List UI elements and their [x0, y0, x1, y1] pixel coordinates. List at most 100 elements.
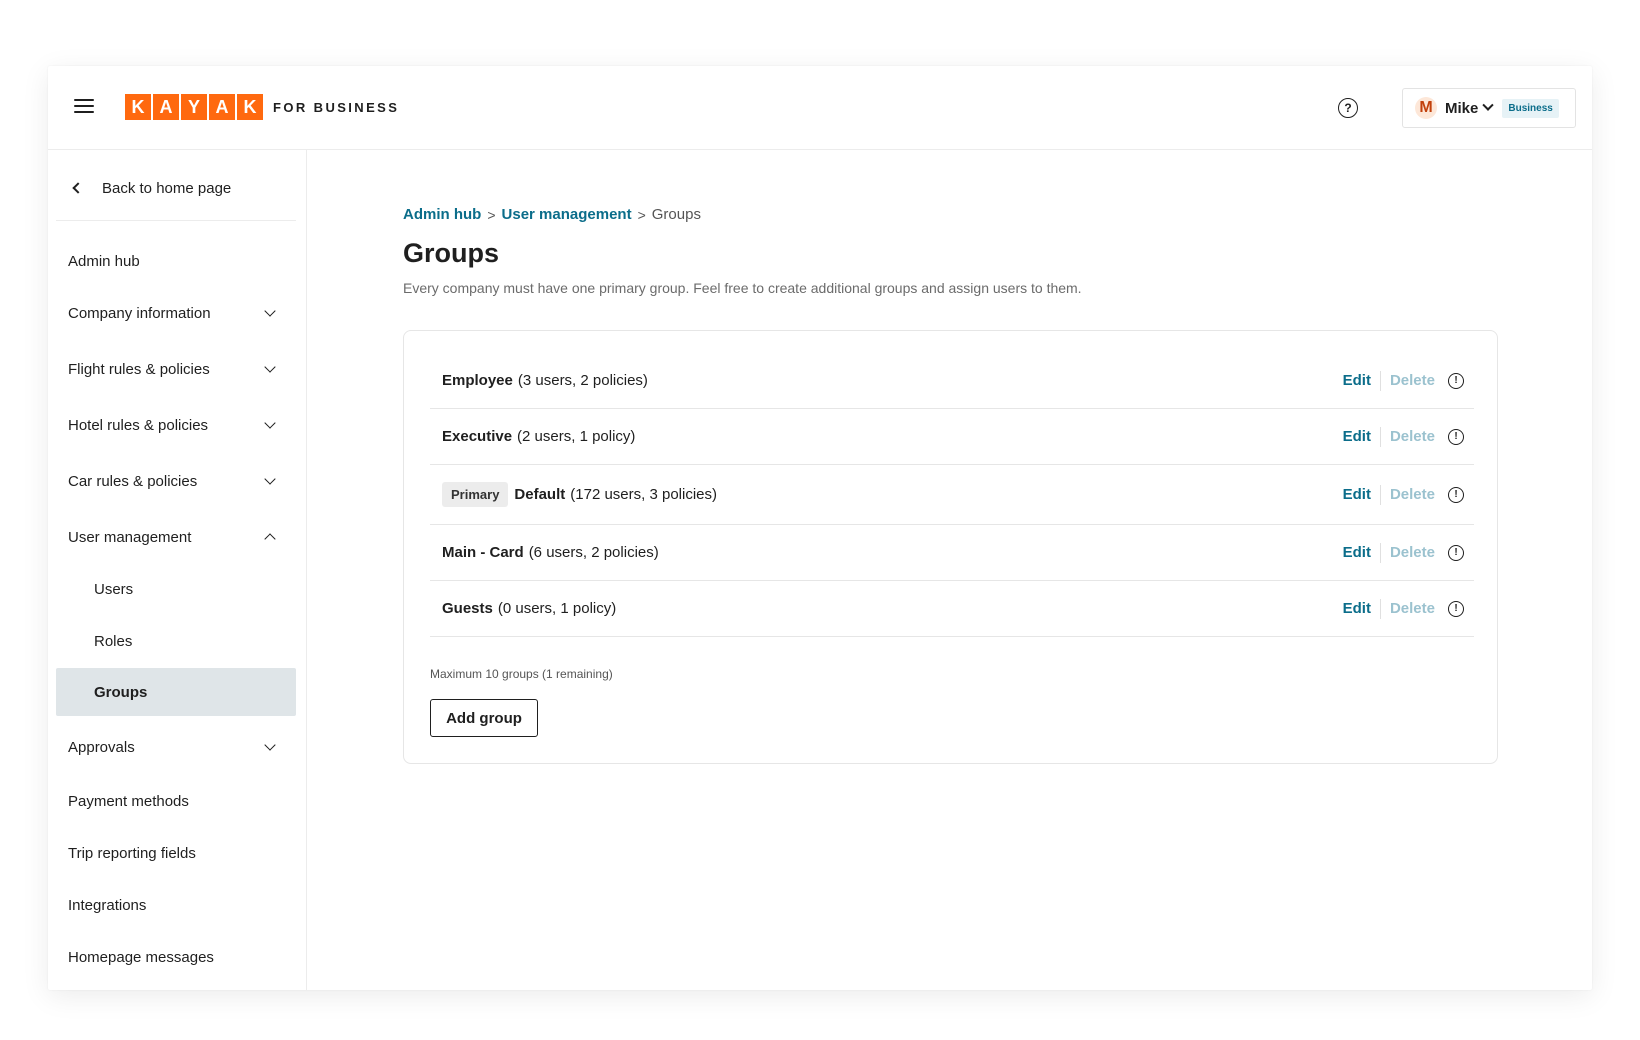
group-row-guests: Guests (0 users, 1 policy) Edit Delete ! [430, 581, 1474, 637]
info-icon[interactable]: ! [1448, 600, 1464, 617]
max-groups-note: Maximum 10 groups (1 remaining) [430, 667, 613, 681]
chevron-down-icon [264, 739, 276, 751]
row-actions: Edit Delete ! [1343, 525, 1464, 580]
main-content: Admin hub > User management > Groups Gro… [308, 150, 1592, 990]
group-row-main-card: Main - Card (6 users, 2 policies) Edit D… [430, 525, 1474, 581]
breadcrumb: Admin hub > User management > Groups [403, 206, 701, 223]
sidebar-item-roles[interactable]: Roles [56, 618, 296, 664]
delete-button[interactable]: Delete [1390, 372, 1435, 389]
info-icon[interactable]: ! [1448, 544, 1464, 561]
sidebar-item-integrations[interactable]: Integrations [56, 882, 296, 928]
sidebar-item-car-rules[interactable]: Car rules & policies [56, 458, 296, 504]
group-name: Employee [442, 372, 513, 389]
group-row-employee: Employee (3 users, 2 policies) Edit Dele… [430, 353, 1474, 409]
edit-button[interactable]: Edit [1343, 428, 1371, 445]
group-count: (0 users, 1 policy) [497, 600, 617, 617]
avatar: M [1415, 97, 1437, 119]
breadcrumb-admin-hub[interactable]: Admin hub [403, 206, 481, 223]
breadcrumb-user-management[interactable]: User management [502, 206, 632, 223]
sidebar-item-approvals[interactable]: Approvals [56, 724, 296, 770]
chevron-left-icon [72, 182, 84, 194]
app-window: K A Y A K FOR BUSINESS ? M Mike Business… [48, 66, 1592, 990]
sidebar-item-homepage-messages[interactable]: Homepage messages [56, 934, 296, 980]
back-to-home-link[interactable]: Back to home page [68, 176, 231, 200]
logo-letter: K [237, 94, 263, 120]
sidebar-item-users[interactable]: Users [56, 566, 296, 612]
sidebar-item-groups[interactable]: Groups [56, 668, 296, 716]
chevron-down-icon [1482, 99, 1495, 111]
sidebar-item-label: Approvals [68, 738, 135, 756]
help-icon[interactable]: ? [1338, 98, 1358, 118]
sidebar-item-label: Admin hub [68, 252, 140, 270]
info-icon[interactable]: ! [1448, 372, 1464, 389]
sidebar-item-label: User management [68, 528, 192, 546]
group-name: Main - Card [442, 544, 524, 561]
delete-button[interactable]: Delete [1390, 486, 1435, 503]
account-menu-button[interactable]: M Mike Business [1402, 88, 1576, 128]
chevron-down-icon [264, 361, 276, 373]
sidebar-item-hotel-rules[interactable]: Hotel rules & policies [56, 402, 296, 448]
account-badge: Business [1502, 98, 1559, 118]
divider [1379, 598, 1381, 619]
sidebar-item-user-management[interactable]: User management [56, 514, 296, 560]
logo-letter: A [153, 94, 179, 120]
group-count: (6 users, 2 policies) [528, 544, 659, 561]
chevron-down-icon [264, 305, 276, 317]
edit-button[interactable]: Edit [1343, 372, 1371, 389]
chevron-down-icon [264, 417, 276, 429]
sidebar-item-payment-methods[interactable]: Payment methods [56, 778, 296, 824]
breadcrumb-separator: > [487, 206, 496, 223]
account-name: Mike [1445, 99, 1479, 117]
breadcrumb-separator: > [637, 206, 646, 223]
add-group-button[interactable]: Add group [430, 699, 538, 737]
delete-button[interactable]: Delete [1390, 600, 1435, 617]
divider [1379, 484, 1381, 505]
logo-letter: A [209, 94, 235, 120]
sidebar-item-label: Homepage messages [68, 948, 214, 966]
sidebar-item-label: Flight rules & policies [68, 360, 210, 378]
group-row-executive: Executive (2 users, 1 policy) Edit Delet… [430, 409, 1474, 465]
group-name: Default [514, 486, 566, 503]
info-icon[interactable]: ! [1448, 428, 1464, 445]
edit-button[interactable]: Edit [1343, 600, 1371, 617]
kayak-logo[interactable]: K A Y A K [125, 94, 263, 120]
sidebar-item-flight-rules[interactable]: Flight rules & policies [56, 346, 296, 392]
group-row-default: Primary Default (172 users, 3 policies) … [430, 465, 1474, 525]
sidebar-item-label: Hotel rules & policies [68, 416, 209, 434]
menu-icon[interactable] [74, 99, 94, 115]
group-name: Executive [442, 428, 513, 445]
row-actions: Edit Delete ! [1343, 409, 1464, 464]
sidebar-item-trip-reporting-fields[interactable]: Trip reporting fields [56, 830, 296, 876]
info-icon[interactable]: ! [1448, 486, 1464, 503]
delete-button[interactable]: Delete [1390, 428, 1435, 445]
group-count: (3 users, 2 policies) [517, 372, 648, 389]
sidebar-item-admin-hub[interactable]: Admin hub [56, 238, 296, 284]
sidebar-item-label: Payment methods [68, 792, 189, 810]
logo-letter: K [125, 94, 151, 120]
edit-button[interactable]: Edit [1343, 486, 1371, 503]
page-title: Groups [403, 238, 500, 268]
top-bar: K A Y A K FOR BUSINESS ? M Mike Business [48, 66, 1592, 150]
delete-button[interactable]: Delete [1390, 544, 1435, 561]
sidebar: Back to home page Admin hub Company info… [48, 150, 307, 990]
group-name: Guests [442, 600, 493, 617]
sidebar-item-label: Roles [94, 632, 133, 650]
sidebar-item-label: Trip reporting fields [68, 844, 196, 862]
divider [56, 220, 296, 221]
divider [1379, 370, 1381, 391]
back-label: Back to home page [102, 179, 232, 197]
primary-badge: Primary [442, 482, 509, 507]
divider [1379, 542, 1381, 563]
breadcrumb-current: Groups [651, 206, 701, 223]
sidebar-item-label: Car rules & policies [68, 472, 198, 490]
logo-letter: Y [181, 94, 207, 120]
sidebar-item-company-information[interactable]: Company information [56, 290, 296, 336]
group-count: (2 users, 1 policy) [517, 428, 636, 445]
sidebar-item-label: Integrations [68, 896, 147, 914]
edit-button[interactable]: Edit [1343, 544, 1371, 561]
row-actions: Edit Delete ! [1343, 465, 1464, 524]
sidebar-item-label: Groups [94, 683, 148, 701]
sidebar-item-label: Company information [68, 304, 211, 322]
sidebar-item-label: Users [94, 580, 134, 598]
group-count: (172 users, 3 policies) [570, 486, 717, 503]
